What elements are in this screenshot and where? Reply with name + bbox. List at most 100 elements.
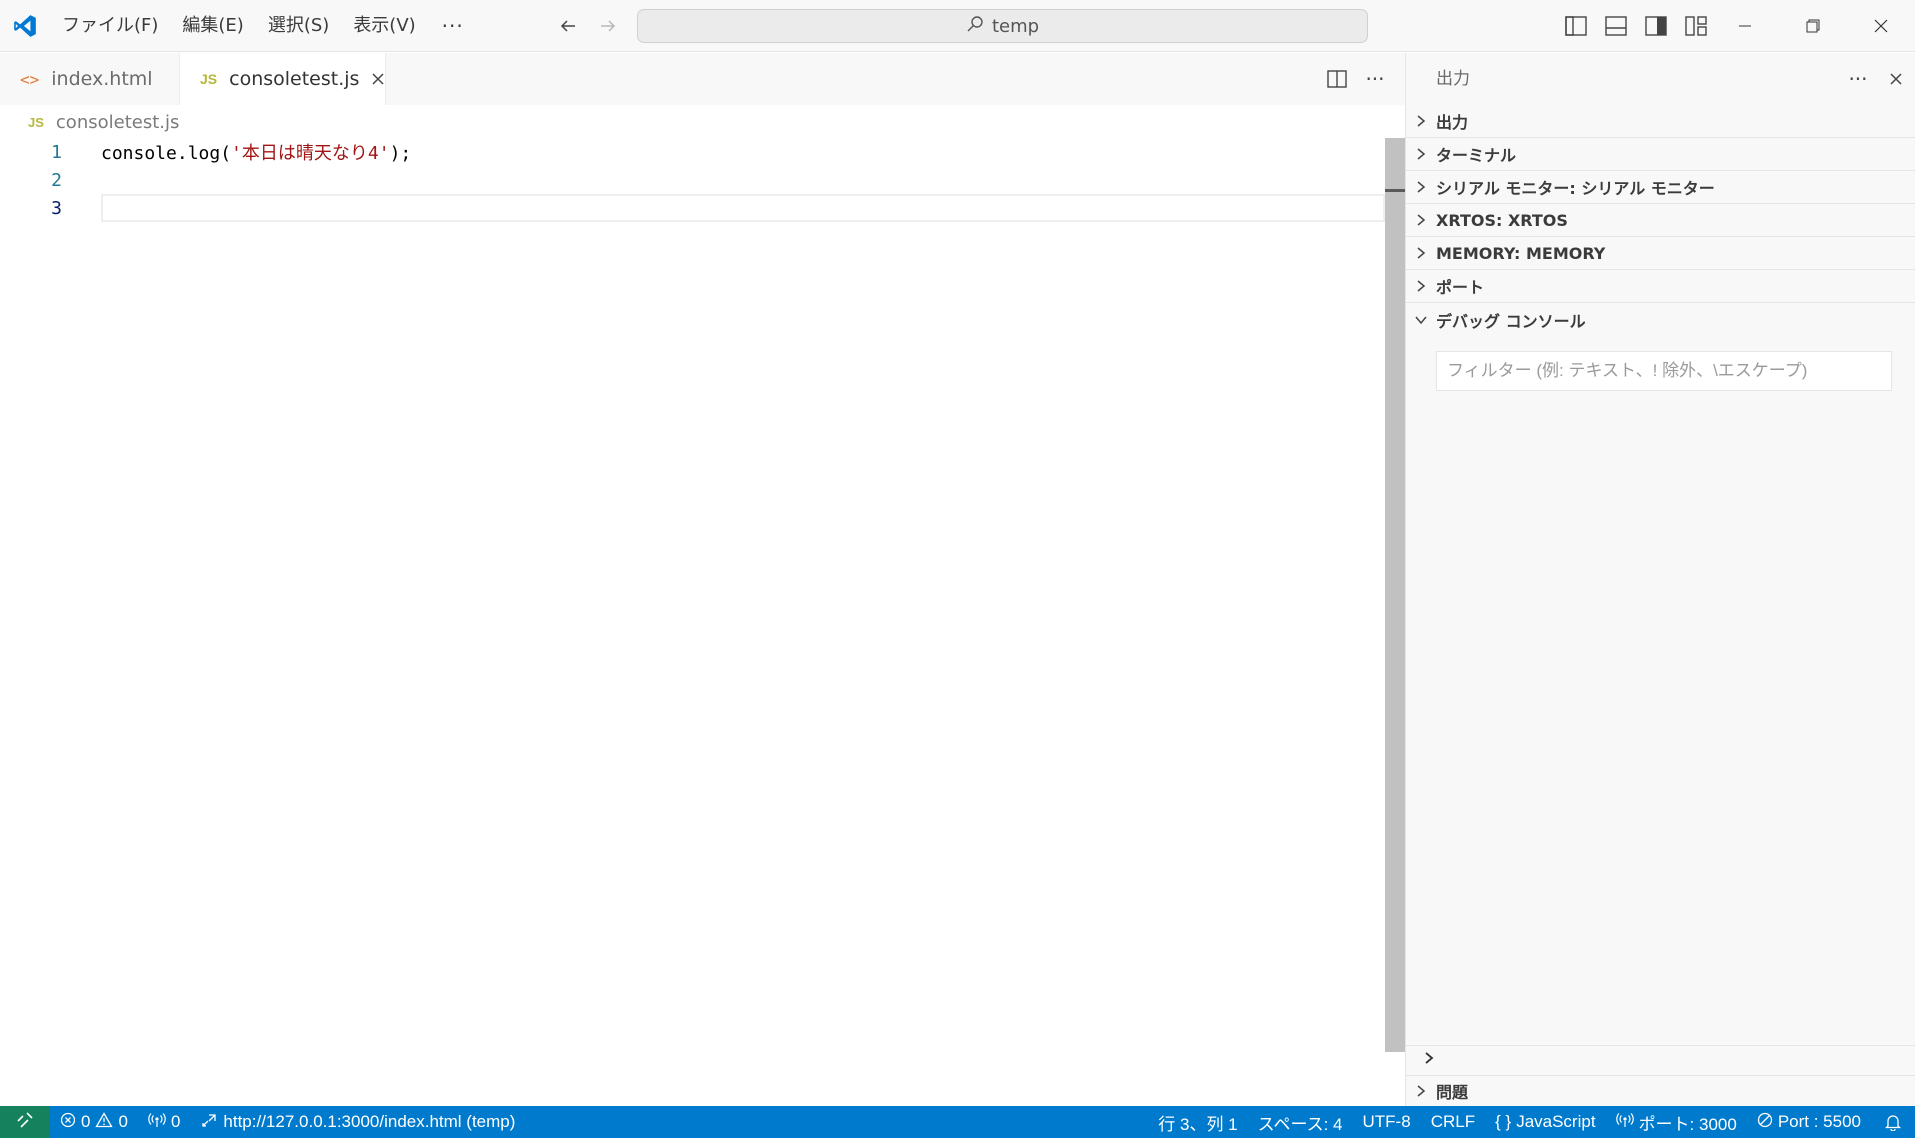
toggle-primary-sidebar-icon[interactable]: [1556, 0, 1596, 52]
broadcast-icon: [148, 1112, 166, 1133]
section-ports[interactable]: ポート: [1406, 270, 1915, 303]
code-line-current: 3: [0, 194, 1385, 222]
status-bar: 0 0 0 http://127.0.0.1:3000/index.html (…: [0, 1106, 1915, 1138]
customize-layout-icon[interactable]: [1676, 0, 1716, 52]
chevron-down-icon: [1406, 315, 1436, 325]
section-label: ポート: [1436, 278, 1485, 297]
indentation-status[interactable]: スペース: 4: [1248, 1106, 1353, 1138]
section-output[interactable]: 出力: [1406, 105, 1915, 138]
forward-arrow-icon[interactable]: [588, 0, 628, 52]
code-line: 2: [0, 166, 1385, 194]
close-tab-icon[interactable]: [371, 68, 385, 90]
chevron-right-icon: [1406, 114, 1436, 128]
search-icon: [966, 15, 984, 38]
live-preview-status[interactable]: http://127.0.0.1:3000/index.html (temp): [190, 1106, 525, 1138]
breadcrumb-file: consoletest.js: [55, 111, 180, 133]
restore-icon[interactable]: [1779, 0, 1847, 52]
chevron-right-icon: [1406, 147, 1436, 161]
split-editor-icon[interactable]: [1318, 53, 1356, 105]
tab-label: consoletest.js: [229, 68, 360, 90]
debug-repl-input[interactable]: [1406, 1045, 1915, 1073]
toggle-panel-icon[interactable]: [1596, 0, 1636, 52]
braces-icon: { }: [1495, 1112, 1512, 1131]
html-file-icon: <>: [20, 69, 40, 89]
command-center-label: temp: [991, 15, 1040, 37]
eol-status[interactable]: CRLF: [1421, 1106, 1485, 1138]
chevron-right-icon: [1406, 279, 1436, 293]
section-memory[interactable]: MEMORY: MEMORY: [1406, 237, 1915, 270]
section-label: 出力: [1436, 113, 1469, 132]
output-panel: 出力 ··· 出力 ターミナル シリアル モニター: シリアル モニター XRT…: [1405, 53, 1915, 1106]
code-suffix: );: [389, 143, 412, 164]
section-label: シリアル モニター: シリアル モニター: [1436, 179, 1715, 198]
warning-count: 0: [118, 1112, 128, 1131]
editor-actions: ···: [1318, 53, 1394, 105]
js-file-icon: JS: [28, 114, 44, 130]
menu-more-button[interactable]: ···: [428, 0, 478, 52]
section-debug-console[interactable]: デバッグ コンソール: [1406, 303, 1915, 336]
panel-title: 出力: [1436, 69, 1470, 89]
warning-icon: [95, 1111, 114, 1133]
tab-label: index.html: [51, 68, 153, 90]
notifications-bell-icon[interactable]: [1871, 1106, 1915, 1138]
chevron-right-icon: [1406, 180, 1436, 194]
cursor-position-status[interactable]: 行 3、列 1: [1148, 1106, 1247, 1138]
menu-file[interactable]: ファイル(F): [50, 0, 170, 52]
line-number: 3: [51, 197, 62, 219]
section-serial-monitor[interactable]: シリアル モニター: シリアル モニター: [1406, 171, 1915, 204]
encoding-status[interactable]: UTF-8: [1353, 1106, 1421, 1138]
code-string: '本日は晴天なり4': [231, 143, 390, 164]
panel-more-actions-icon[interactable]: ···: [1839, 53, 1877, 105]
toggle-secondary-sidebar-icon[interactable]: [1636, 0, 1676, 52]
menu-edit[interactable]: 編集(E): [170, 0, 255, 52]
status-bar-right: 行 3、列 1 スペース: 4 UTF-8 CRLF { } JavaScrip…: [1148, 1106, 1915, 1138]
section-xrtos[interactable]: XRTOS: XRTOS: [1406, 204, 1915, 237]
section-terminal[interactable]: ターミナル: [1406, 138, 1915, 171]
editor-tabs: <> index.html JS consoletest.js: [0, 53, 1405, 105]
remote-indicator[interactable]: [0, 1106, 50, 1138]
line-number: 2: [51, 169, 62, 191]
code-text: console.log('本日は晴天なり4');: [101, 139, 411, 165]
live-server-label: Port : 5500: [1777, 1112, 1861, 1131]
live-server-status[interactable]: Port : 5500: [1747, 1106, 1871, 1138]
live-preview-icon: [200, 1111, 218, 1134]
tab-index-html[interactable]: <> index.html: [0, 53, 180, 105]
language-label: JavaScript: [1516, 1112, 1596, 1131]
chevron-right-icon: [1406, 1084, 1436, 1098]
no-entry-icon: [1757, 1112, 1773, 1133]
port-status[interactable]: ポート: 3000: [1606, 1106, 1747, 1138]
code-editor[interactable]: 1 console.log('本日は晴天なり4'); 2 3: [0, 138, 1385, 1106]
error-count: 0: [81, 1112, 91, 1131]
window-controls: [1711, 0, 1915, 52]
line-number: 1: [51, 141, 62, 163]
chevron-right-icon: [1424, 1050, 1434, 1070]
problems-status[interactable]: 0 0: [50, 1106, 138, 1138]
broadcast-icon: [1615, 1112, 1634, 1133]
js-file-icon: JS: [200, 71, 218, 87]
language-mode-status[interactable]: { } JavaScript: [1485, 1106, 1605, 1138]
panel-actions: ···: [1839, 53, 1915, 105]
editor-more-actions-icon[interactable]: ···: [1356, 53, 1394, 105]
menu-selection[interactable]: 選択(S): [256, 0, 341, 52]
close-panel-icon[interactable]: [1877, 53, 1915, 105]
editor-scrollbar[interactable]: [1385, 138, 1405, 1052]
section-label: ターミナル: [1436, 146, 1517, 165]
breadcrumb[interactable]: JS consoletest.js: [28, 108, 179, 136]
current-line-highlight: [101, 194, 1385, 222]
back-arrow-icon[interactable]: [548, 0, 588, 52]
minimize-icon[interactable]: [1711, 0, 1779, 52]
tab-consoletest-js[interactable]: JS consoletest.js: [180, 53, 386, 105]
close-window-icon[interactable]: [1847, 0, 1915, 52]
code-call: console.log(: [101, 143, 232, 164]
menu-view[interactable]: 表示(V): [341, 0, 427, 52]
ports-forwarded-status[interactable]: 0: [138, 1106, 190, 1138]
chevron-right-icon: [1406, 213, 1436, 227]
section-problems[interactable]: 問題: [1406, 1075, 1915, 1106]
navigation-controls: [548, 0, 628, 52]
code-line: 1 console.log('本日は晴天なり4');: [0, 138, 1385, 166]
error-icon: [60, 1112, 76, 1133]
ports-forwarded-count: 0: [170, 1112, 181, 1131]
debug-filter-input[interactable]: [1436, 351, 1892, 391]
command-center-search[interactable]: temp: [637, 9, 1368, 43]
section-label: XRTOS: XRTOS: [1436, 210, 1568, 230]
